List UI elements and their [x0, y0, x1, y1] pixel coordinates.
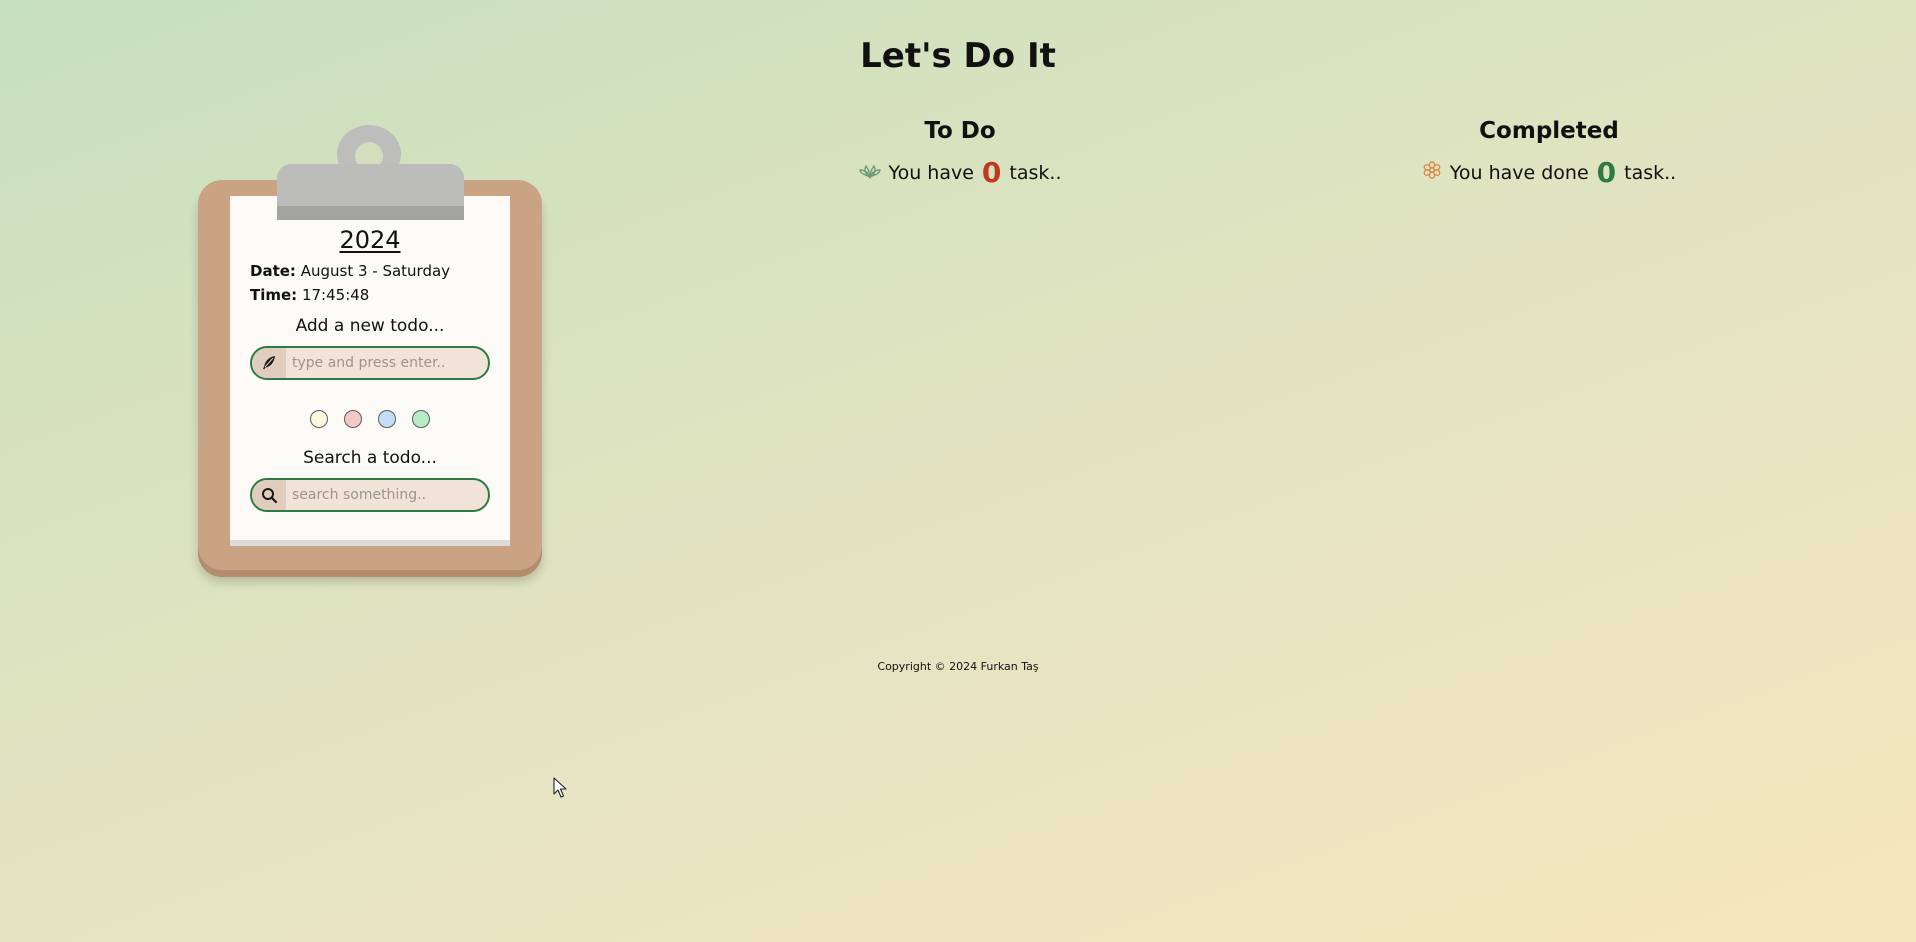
color-option-blue[interactable]	[378, 410, 396, 428]
time-line: Time: 17:45:48	[250, 286, 369, 304]
completed-count-line: You have done 0 task..	[1349, 156, 1749, 189]
completed-column: Completed You have done 0 task..	[1349, 118, 1749, 189]
todo-count: 0	[981, 156, 1002, 189]
add-todo-field[interactable]	[250, 346, 490, 380]
date-label: Date:	[250, 262, 296, 280]
color-option-pink[interactable]	[344, 410, 362, 428]
completed-count-suffix: task..	[1624, 161, 1677, 184]
search-todo-heading: Search a todo...	[303, 448, 437, 468]
leaf-icon	[858, 160, 881, 185]
page-title: Let's Do It	[860, 36, 1056, 76]
color-option-green[interactable]	[412, 410, 430, 428]
search-icon	[252, 480, 286, 510]
search-todo-input[interactable]	[292, 480, 478, 510]
color-option-yellow[interactable]	[310, 410, 328, 428]
clipboard-board: 2024 Date: August 3 - Saturday Time: 17:…	[198, 180, 542, 570]
year-heading: 2024	[339, 226, 401, 254]
flower-icon	[1422, 160, 1442, 185]
date-value: August 3 - Saturday	[300, 262, 451, 280]
mouse-cursor-icon	[553, 777, 567, 803]
clipboard-paper: 2024 Date: August 3 - Saturday Time: 17:…	[230, 196, 510, 546]
time-value: 17:45:48	[301, 286, 370, 304]
todo-count-suffix: task..	[1009, 161, 1062, 184]
add-todo-input[interactable]	[292, 348, 478, 378]
clipboard-clip	[277, 164, 464, 220]
completed-count: 0	[1596, 156, 1617, 189]
completed-title: Completed	[1479, 118, 1619, 144]
footer-copyright: Copyright © 2024 Furkan Taş	[877, 660, 1039, 673]
completed-count-prefix: You have done	[1449, 161, 1589, 184]
time-label: Time:	[250, 286, 298, 304]
add-todo-heading: Add a new todo...	[295, 316, 445, 336]
color-picker	[230, 410, 510, 428]
search-todo-field[interactable]	[250, 478, 490, 512]
date-line: Date: August 3 - Saturday	[250, 262, 450, 280]
feather-icon	[252, 348, 286, 378]
todo-count-line: You have 0 task..	[760, 156, 1160, 189]
todo-title: To Do	[924, 118, 996, 144]
todo-count-prefix: You have	[888, 161, 974, 184]
todo-column: To Do You have 0 task..	[760, 118, 1160, 189]
